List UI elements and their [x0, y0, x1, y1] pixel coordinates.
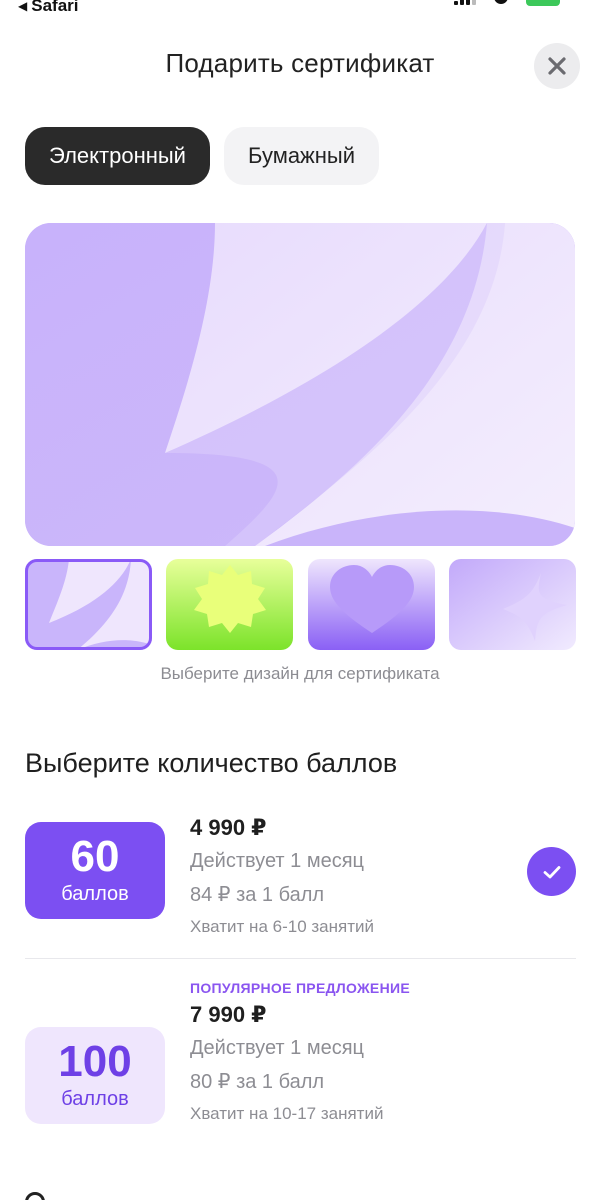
- close-button[interactable]: [534, 43, 580, 89]
- design-option-lilac-sparkle[interactable]: [448, 559, 576, 650]
- certificate-artwork: [25, 223, 575, 546]
- plan-price: 4 990 ₽: [190, 815, 267, 840]
- page-title: Подарить сертификат: [165, 48, 435, 78]
- plan-divider: [25, 958, 576, 959]
- points-plan-60[interactable]: 60 баллов 4 990 ₽ Действует 1 месяц 84 ₽…: [25, 815, 576, 940]
- design-hint: Выберите дизайн для сертификата: [160, 664, 440, 683]
- points-plan-100[interactable]: 100 баллов ПОПУЛЯРНОЕ ПРЕДЛОЖЕНИЕ 7 990 …: [25, 980, 576, 1140]
- points-amount: 60: [70, 832, 120, 881]
- tab-paper[interactable]: Бумажный: [223, 127, 380, 185]
- next-option-radio[interactable]: [25, 1192, 45, 1200]
- points-badge[interactable]: 60 баллов: [25, 822, 165, 919]
- tab-electronic[interactable]: Электронный: [25, 127, 210, 185]
- lime-starburst-thumbnail: [166, 559, 294, 650]
- design-option-lavender-petals[interactable]: [25, 559, 152, 650]
- points-unit: баллов: [61, 1088, 129, 1110]
- design-option-lime-starburst[interactable]: [166, 559, 294, 650]
- points-section-title: Выберите количество баллов: [25, 748, 398, 778]
- lavender-petals-thumbnail: [25, 559, 152, 650]
- lilac-sparkle-thumbnail: [448, 559, 576, 650]
- popular-offer-badge: ПОПУЛЯРНОЕ ПРЕДЛОЖЕНИЕ: [190, 980, 410, 996]
- plan-price-per-point: 80 ₽ за 1 балл: [190, 1071, 325, 1093]
- battery-icon: [526, 0, 560, 6]
- status-indicators: [454, 0, 560, 6]
- checkmark-icon: [543, 865, 560, 878]
- plan-lessons-estimate: Хватит на 6-10 занятий: [190, 917, 374, 936]
- points-badge[interactable]: 100 баллов: [25, 1027, 165, 1124]
- certificate-preview: [25, 223, 575, 546]
- points-unit: баллов: [61, 883, 129, 905]
- back-to-app-button[interactable]: ◀ Safari: [18, 0, 78, 16]
- back-arrow-icon: ◀: [18, 0, 28, 13]
- plan-lessons-estimate: Хватит на 10-17 занятий: [190, 1104, 384, 1123]
- plan-selected-check[interactable]: [527, 847, 576, 896]
- plan-price-per-point: 84 ₽ за 1 балл: [190, 884, 325, 906]
- back-to-app-label: Safari: [31, 0, 79, 15]
- purple-heart-thumbnail: [307, 559, 435, 650]
- wifi-icon: [494, 0, 508, 4]
- plan-info: ПОПУЛЯРНОЕ ПРЕДЛОЖЕНИЕ 7 990 ₽ Действует…: [190, 980, 410, 1124]
- status-bar: ◀ Safari: [0, 0, 600, 18]
- modal-header: Подарить сертификат: [0, 40, 600, 90]
- plan-price: 7 990 ₽: [190, 1002, 267, 1027]
- close-icon: [548, 57, 566, 75]
- cellular-signal-icon: [454, 0, 476, 5]
- plan-validity: Действует 1 месяц: [190, 1037, 364, 1059]
- design-selector: [25, 559, 576, 650]
- certificate-type-tabs: Электронный Бумажный: [25, 127, 380, 185]
- design-option-purple-heart[interactable]: [307, 559, 435, 650]
- plan-validity: Действует 1 месяц: [190, 850, 364, 872]
- plan-info: 4 990 ₽ Действует 1 месяц 84 ₽ за 1 балл…: [190, 815, 374, 937]
- points-amount: 100: [58, 1037, 132, 1086]
